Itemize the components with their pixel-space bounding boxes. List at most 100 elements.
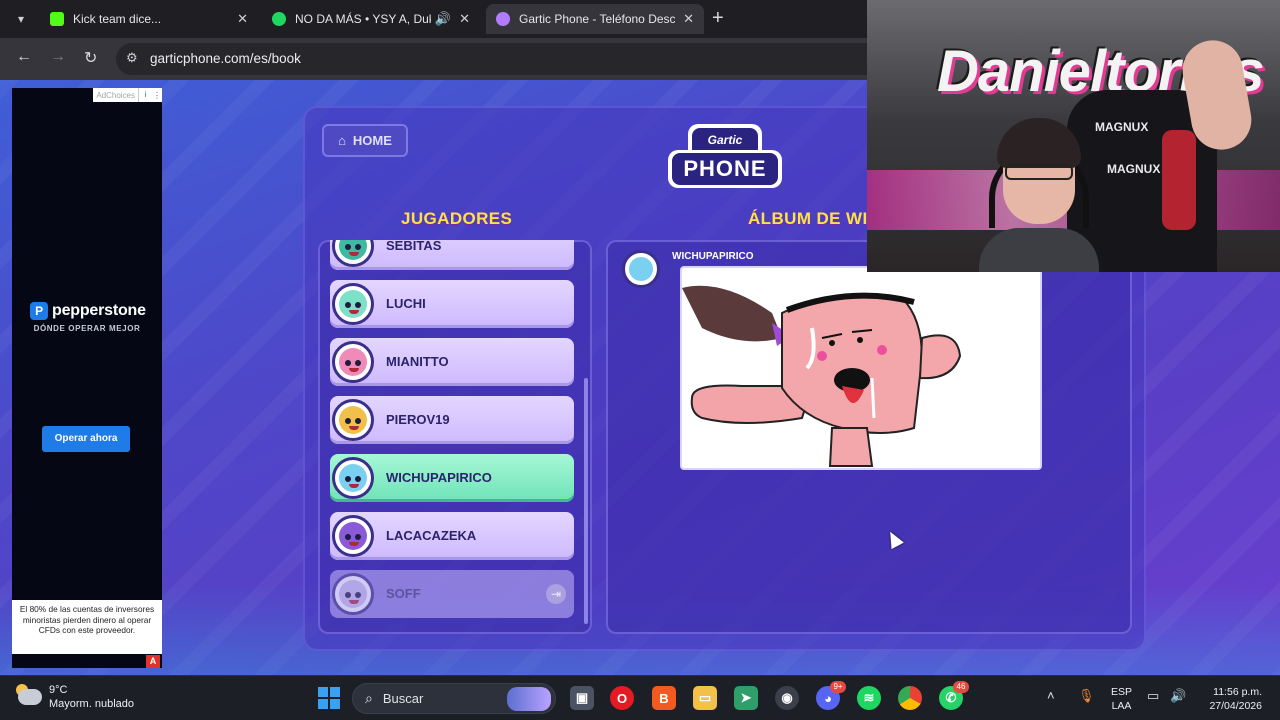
weather-desc: Mayorm. nublado bbox=[49, 698, 134, 710]
cloudy-weather-icon bbox=[16, 684, 42, 705]
player-avatar bbox=[332, 399, 374, 441]
player-avatar bbox=[332, 457, 374, 499]
tab-title: Kick team dice... bbox=[73, 12, 162, 26]
ad-choices-label[interactable]: AdChoices bbox=[93, 91, 138, 100]
volume-icon[interactable]: 🔊 bbox=[1170, 688, 1186, 704]
player-name: MIANITTO bbox=[386, 354, 449, 369]
language-code: ESP bbox=[1111, 686, 1133, 698]
player-name: SEBITAS bbox=[386, 240, 442, 253]
whatsapp-badge: 46 bbox=[953, 681, 969, 693]
ad-cta-button[interactable]: Operar ahora bbox=[42, 426, 130, 452]
home-button[interactable]: ⌂ HOME bbox=[322, 124, 408, 157]
player-avatar bbox=[332, 515, 374, 557]
player-name: WICHUPAPIRICO bbox=[386, 470, 492, 485]
search-icon: ⌕ bbox=[365, 690, 373, 706]
album-panel: WICHUPAPIRICO bbox=[606, 240, 1132, 634]
url-text[interactable]: garticphone.com/es/book bbox=[150, 51, 301, 66]
players-list: SEBITAS LUCHI MIANITTO PIEROV19 WICHUPAP… bbox=[330, 240, 574, 628]
player-name: LUCHI bbox=[386, 296, 426, 311]
task-view-icon[interactable]: ▣ bbox=[570, 686, 594, 710]
player-row[interactable]: SEBITAS bbox=[330, 240, 574, 270]
player-avatar bbox=[332, 573, 374, 615]
player-row-active[interactable]: WICHUPAPIRICO bbox=[330, 454, 574, 502]
ad-disclaimer: El 80% de las cuentas de inversores mino… bbox=[12, 600, 162, 654]
spotify-favicon-icon bbox=[272, 12, 286, 26]
tab-title: NO DA MÁS • YSY A, Duki, bbox=[295, 12, 431, 26]
obs-icon[interactable]: ◉ bbox=[775, 686, 799, 710]
back-arrow-icon[interactable]: ← bbox=[16, 48, 32, 66]
taskbar-search[interactable]: ⌕ Buscar bbox=[352, 683, 556, 714]
logo-main-text: PHONE bbox=[672, 153, 778, 185]
ad-tagline: DÓNDE OPERAR MEJOR bbox=[33, 324, 141, 333]
player-name: LACACAZEKA bbox=[386, 528, 477, 543]
player-drawing bbox=[680, 266, 1042, 470]
player-row[interactable]: PIEROV19 bbox=[330, 396, 574, 444]
language-indicator[interactable]: ESP LAA bbox=[1111, 685, 1132, 713]
chevron-up-icon[interactable]: ˄ bbox=[1047, 688, 1055, 703]
home-label: HOME bbox=[352, 133, 392, 148]
drawing-canvas bbox=[682, 285, 962, 467]
forward-arrow-icon[interactable]: → bbox=[50, 48, 66, 66]
exit-icon[interactable]: ⇥ bbox=[546, 584, 566, 604]
keyboard-layout: LAA bbox=[1111, 700, 1132, 712]
file-explorer-icon[interactable]: ▭ bbox=[693, 686, 717, 710]
search-highlight-icon bbox=[507, 687, 551, 711]
opera-icon[interactable]: O bbox=[610, 686, 634, 710]
new-tab-button[interactable]: + bbox=[712, 8, 724, 28]
windows-start-icon[interactable] bbox=[318, 687, 340, 709]
players-title: JUGADORES bbox=[401, 209, 513, 228]
chair-brand-bottom: MAGNUX bbox=[1107, 162, 1161, 176]
ad-banner[interactable]: AdChoices i ⋮ P pepperstone DÓNDE OPERAR… bbox=[12, 88, 162, 668]
tab-title: Gartic Phone - Teléfono Descor bbox=[519, 12, 676, 26]
tab-kick[interactable]: Kick team dice... ✕ bbox=[40, 4, 258, 34]
speaker-icon[interactable]: 🔊 bbox=[435, 11, 451, 27]
logo-top-text: Gartic bbox=[692, 128, 758, 152]
close-tab-icon[interactable]: ✕ bbox=[683, 11, 694, 27]
gartic-favicon-icon bbox=[496, 12, 510, 26]
player-row[interactable]: MIANITTO bbox=[330, 338, 574, 386]
more-options-icon[interactable]: ⋮ bbox=[152, 91, 162, 100]
pepperstone-logo-icon: P bbox=[30, 302, 48, 320]
player-row[interactable]: LUCHI bbox=[330, 280, 574, 328]
streamer bbox=[979, 118, 1099, 272]
brave-icon[interactable]: B bbox=[652, 686, 676, 710]
ad-badge: A bbox=[146, 655, 160, 668]
search-placeholder: Buscar bbox=[382, 691, 424, 706]
clock-date: 27/04/2026 bbox=[1209, 700, 1262, 712]
clock-time: 11:56 p.m. bbox=[1213, 686, 1262, 698]
weather-temp: 9°C bbox=[49, 684, 68, 696]
kick-favicon-icon bbox=[50, 12, 64, 26]
tab-search-button[interactable]: ▾ bbox=[8, 7, 34, 31]
site-info-icon[interactable]: ⚙ bbox=[126, 50, 138, 66]
tab-spotify[interactable]: NO DA MÁS • YSY A, Duki, 🔊 ✕ bbox=[262, 4, 480, 34]
info-icon[interactable]: i bbox=[138, 88, 152, 102]
chair-brand-top: MAGNUX bbox=[1095, 120, 1149, 134]
player-row[interactable]: LACACAZEKA bbox=[330, 512, 574, 560]
player-avatar bbox=[332, 240, 374, 267]
close-tab-icon[interactable]: ✕ bbox=[459, 11, 470, 27]
webcam-overlay: Danieltorres MAGNUX MAGNUX bbox=[867, 0, 1280, 272]
windows-taskbar: 9°C Mayorm. nublado ⌕ Buscar ▣ O B ▭ ➤ ◉… bbox=[0, 675, 1280, 720]
album-author-name: WICHUPAPIRICO bbox=[672, 251, 754, 262]
close-tab-icon[interactable]: ✕ bbox=[237, 11, 248, 27]
spotify-icon[interactable]: ≋ bbox=[857, 686, 881, 710]
ad-choices[interactable]: AdChoices i ⋮ bbox=[93, 88, 162, 102]
player-row-offline[interactable]: SOFF ⇥ bbox=[330, 570, 574, 618]
chrome-icon[interactable] bbox=[898, 686, 922, 710]
author-avatar bbox=[622, 250, 660, 288]
player-avatar bbox=[332, 283, 374, 325]
reload-icon[interactable]: ↻ bbox=[84, 48, 97, 68]
gartic-phone-logo: Gartic PHONE bbox=[668, 124, 782, 194]
microphone-icon[interactable]: 🎙 bbox=[1078, 688, 1095, 704]
player-name: SOFF bbox=[386, 586, 421, 601]
player-avatar bbox=[332, 341, 374, 383]
album-title: ÁLBUM DE WI bbox=[748, 209, 868, 228]
players-scrollbar[interactable] bbox=[584, 378, 588, 624]
players-list-panel[interactable]: SEBITAS LUCHI MIANITTO PIEROV19 WICHUPAP… bbox=[318, 240, 592, 634]
app-arrow-icon[interactable]: ➤ bbox=[734, 686, 758, 710]
weather-widget[interactable]: 9°C Mayorm. nublado bbox=[16, 683, 134, 711]
system-clock[interactable]: 11:56 p.m. 27/04/2026 bbox=[1198, 685, 1262, 713]
network-icon[interactable]: ▭ bbox=[1147, 688, 1159, 704]
player-name: PIEROV19 bbox=[386, 412, 450, 427]
tab-gartic[interactable]: Gartic Phone - Teléfono Descor ✕ bbox=[486, 4, 704, 34]
